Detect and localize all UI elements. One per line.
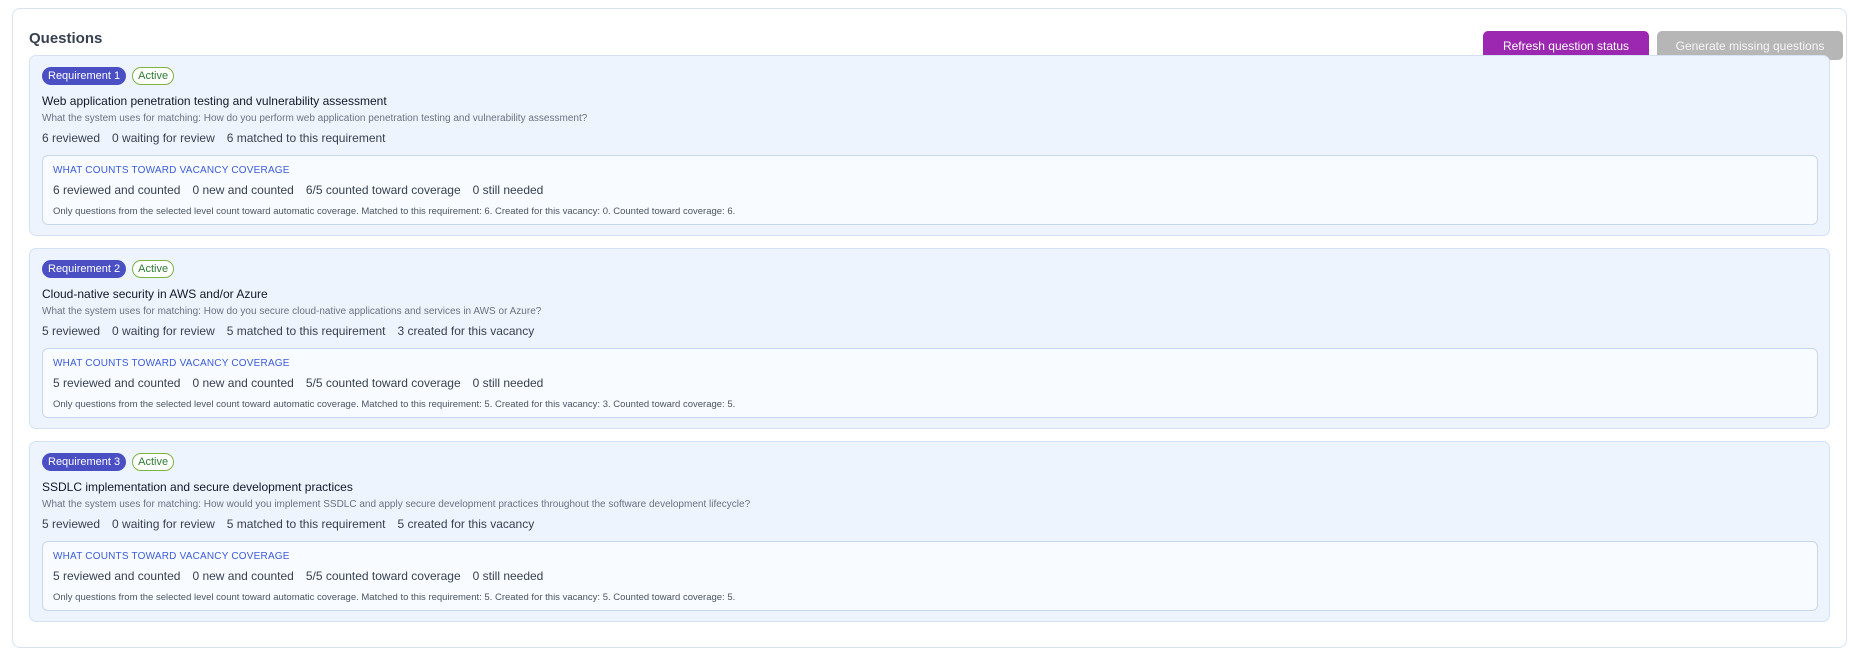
requirement-card: Requirement 2 Active Cloud-native securi… (29, 248, 1830, 429)
stat-reviewed: 5 reviewed (42, 324, 101, 338)
status-badge: Active (132, 260, 175, 278)
coverage-stats: 5 reviewed and counted 0 new and counted… (53, 376, 543, 390)
matching-text: What the system uses for matching: How w… (42, 499, 751, 510)
coverage-stats: 5 reviewed and counted 0 new and counted… (53, 569, 543, 583)
page-title: Questions (29, 30, 103, 47)
requirement-title: Web application penetration testing and … (42, 94, 387, 108)
stat-created: 5 created for this vacancy (397, 517, 535, 531)
stat-waiting: 0 waiting for review (112, 324, 215, 338)
requirement-badge: Requirement 1 (42, 67, 127, 85)
coverage-title: WHAT COUNTS TOWARD VACANCY COVERAGE (53, 165, 290, 176)
questions-panel: Questions Refresh question status Genera… (12, 8, 1847, 648)
requirement-badge: Requirement 2 (42, 260, 127, 278)
coverage-title: WHAT COUNTS TOWARD VACANCY COVERAGE (53, 551, 290, 562)
requirement-badge: Requirement 3 (42, 453, 127, 471)
coverage-counted: 5/5 counted toward coverage (305, 569, 461, 583)
status-badge: Active (132, 453, 175, 471)
coverage-counted: 6/5 counted toward coverage (305, 183, 461, 197)
panel-header: Questions Refresh question status Genera… (29, 23, 1843, 60)
coverage-needed: 0 still needed (472, 376, 544, 390)
stat-matched: 5 matched to this requirement (226, 517, 386, 531)
stat-reviewed: 6 reviewed (42, 131, 101, 145)
coverage-needed: 0 still needed (472, 569, 544, 583)
matching-text: What the system uses for matching: How d… (42, 113, 588, 124)
status-badge: Active (132, 67, 175, 85)
coverage-note: Only questions from the selected level c… (53, 592, 736, 603)
requirement-card: Requirement 1 Active Web application pen… (29, 55, 1830, 236)
requirement-stats: 6 reviewed 0 waiting for review 6 matche… (42, 131, 386, 145)
requirement-title: Cloud-native security in AWS and/or Azur… (42, 287, 268, 301)
coverage-title: WHAT COUNTS TOWARD VACANCY COVERAGE (53, 358, 290, 369)
requirement-card: Requirement 3 Active SSDLC implementatio… (29, 441, 1830, 622)
coverage-reviewed: 5 reviewed and counted (53, 569, 181, 583)
coverage-stats: 6 reviewed and counted 0 new and counted… (53, 183, 543, 197)
coverage-box: WHAT COUNTS TOWARD VACANCY COVERAGE 5 re… (42, 541, 1818, 611)
stat-matched: 6 matched to this requirement (226, 131, 386, 145)
coverage-new: 0 new and counted (192, 183, 294, 197)
coverage-needed: 0 still needed (472, 183, 544, 197)
coverage-new: 0 new and counted (192, 376, 294, 390)
coverage-note: Only questions from the selected level c… (53, 206, 736, 217)
stat-waiting: 0 waiting for review (112, 131, 215, 145)
stat-waiting: 0 waiting for review (112, 517, 215, 531)
requirement-title: SSDLC implementation and secure developm… (42, 480, 353, 494)
coverage-note: Only questions from the selected level c… (53, 399, 736, 410)
stat-created: 3 created for this vacancy (397, 324, 535, 338)
coverage-new: 0 new and counted (192, 569, 294, 583)
stat-reviewed: 5 reviewed (42, 517, 101, 531)
requirement-stats: 5 reviewed 0 waiting for review 5 matche… (42, 517, 534, 531)
coverage-counted: 5/5 counted toward coverage (305, 376, 461, 390)
coverage-box: WHAT COUNTS TOWARD VACANCY COVERAGE 6 re… (42, 155, 1818, 225)
matching-text: What the system uses for matching: How d… (42, 306, 542, 317)
requirement-stats: 5 reviewed 0 waiting for review 5 matche… (42, 324, 534, 338)
stat-matched: 5 matched to this requirement (226, 324, 386, 338)
coverage-reviewed: 6 reviewed and counted (53, 183, 181, 197)
coverage-reviewed: 5 reviewed and counted (53, 376, 181, 390)
coverage-box: WHAT COUNTS TOWARD VACANCY COVERAGE 5 re… (42, 348, 1818, 418)
